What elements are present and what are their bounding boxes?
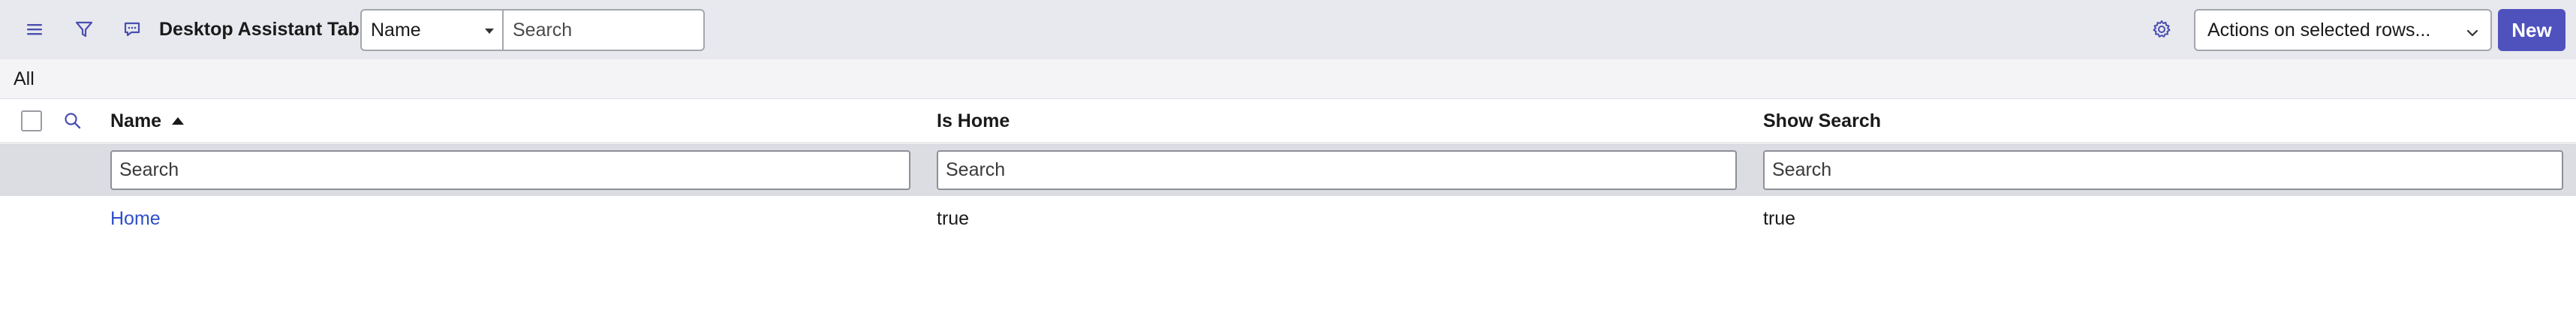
breadcrumb-bar: All (0, 59, 2576, 99)
cell-name: Home (110, 197, 161, 240)
chat-bubble-icon[interactable] (117, 14, 147, 44)
search-field-select-value: Name (371, 19, 421, 41)
column-header-show-search[interactable]: Show Search (1763, 99, 1881, 143)
search-icon[interactable] (62, 110, 84, 132)
actions-select[interactable]: Actions on selected rows... (2194, 9, 2492, 51)
is-home-filter-input[interactable] (937, 150, 1737, 190)
column-filter-row (0, 143, 2576, 196)
cell-is-home: true (937, 207, 970, 229)
cell-show-search: true (1763, 207, 1796, 229)
page-title: Desktop Assistant Tabs (159, 19, 370, 40)
list-toolbar: Desktop Assistant Tabs Name Actions on s… (0, 0, 2576, 59)
chevron-down-icon (2465, 24, 2480, 46)
list-search-input[interactable] (502, 9, 705, 51)
name-filter-input[interactable] (110, 150, 910, 190)
table-header-row: Name Is Home Show Search (0, 99, 2576, 143)
filter-funnel-icon[interactable] (69, 14, 99, 44)
column-header-is-home-label: Is Home (937, 110, 1010, 131)
column-header-name-label: Name (110, 110, 162, 131)
column-header-show-search-label: Show Search (1763, 110, 1881, 131)
record-link-home[interactable]: Home (110, 208, 161, 230)
column-header-name[interactable]: Name (110, 99, 185, 143)
gear-icon[interactable] (2147, 14, 2177, 44)
search-field-select[interactable]: Name (360, 9, 503, 51)
new-button[interactable]: New (2498, 9, 2565, 51)
hamburger-menu-icon[interactable] (20, 14, 50, 44)
sort-ascending-icon (172, 117, 185, 125)
caret-down-icon (485, 29, 494, 34)
table-row: Home true true (0, 197, 2576, 240)
actions-select-value: Actions on selected rows... (2207, 19, 2431, 41)
breadcrumb-all[interactable]: All (14, 59, 35, 99)
select-all-checkbox[interactable] (21, 110, 42, 131)
show-search-filter-input[interactable] (1763, 150, 2563, 190)
column-header-is-home[interactable]: Is Home (937, 99, 1010, 143)
